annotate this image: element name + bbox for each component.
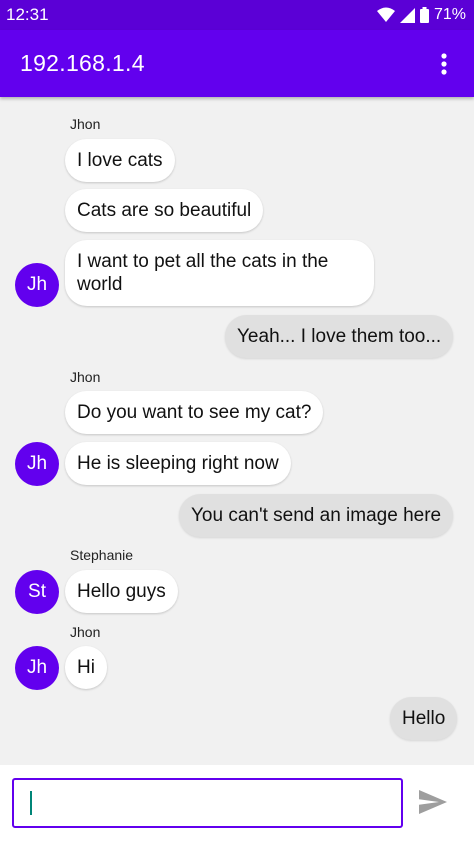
text-cursor xyxy=(30,791,32,815)
message-list[interactable]: Jhon I love cats Cats are so beautiful J… xyxy=(0,97,474,765)
app-bar: 192.168.1.4 xyxy=(0,30,474,97)
message-incoming[interactable]: I love cats xyxy=(65,139,175,182)
message-input[interactable] xyxy=(14,780,401,826)
sender-name: Stephanie xyxy=(70,547,134,563)
status-time: 12:31 xyxy=(6,5,49,24)
battery-icon xyxy=(419,7,429,23)
avatar[interactable]: Jh xyxy=(15,442,59,486)
more-vert-icon xyxy=(441,52,447,75)
battery-percent: 71% xyxy=(433,6,466,23)
avatar[interactable]: Jh xyxy=(15,646,59,690)
overflow-menu-button[interactable] xyxy=(432,44,456,84)
sender-name: Jhon xyxy=(70,369,101,385)
message-incoming[interactable]: Cats are so beautiful xyxy=(65,189,264,232)
avatar[interactable]: St xyxy=(15,570,59,614)
sender-name: Jhon xyxy=(70,116,101,132)
avatar[interactable]: Jh xyxy=(15,263,59,307)
message-incoming[interactable]: He is sleeping right now xyxy=(65,442,291,485)
message-outgoing[interactable]: You can't send an image here xyxy=(179,494,454,537)
send-button[interactable] xyxy=(415,787,451,817)
send-icon xyxy=(419,790,447,814)
wifi-icon xyxy=(376,7,395,22)
status-icons: 71% xyxy=(376,6,466,24)
status-bar: 12:31 71% xyxy=(0,0,474,30)
signal-icon xyxy=(399,7,415,23)
composer-bar xyxy=(0,765,474,843)
message-incoming[interactable]: Do you want to see my cat? xyxy=(65,391,324,434)
message-outgoing[interactable]: Hello xyxy=(390,697,458,740)
message-incoming[interactable]: I want to pet all the cats in the world xyxy=(65,240,374,306)
message-incoming[interactable]: Hello guys xyxy=(65,570,178,613)
sender-name: Jhon xyxy=(70,624,101,640)
app-title: 192.168.1.4 xyxy=(20,50,145,76)
message-outgoing[interactable]: Yeah... I love them too... xyxy=(225,315,454,358)
message-input-container[interactable] xyxy=(12,778,403,828)
message-incoming[interactable]: Hi xyxy=(65,646,107,689)
